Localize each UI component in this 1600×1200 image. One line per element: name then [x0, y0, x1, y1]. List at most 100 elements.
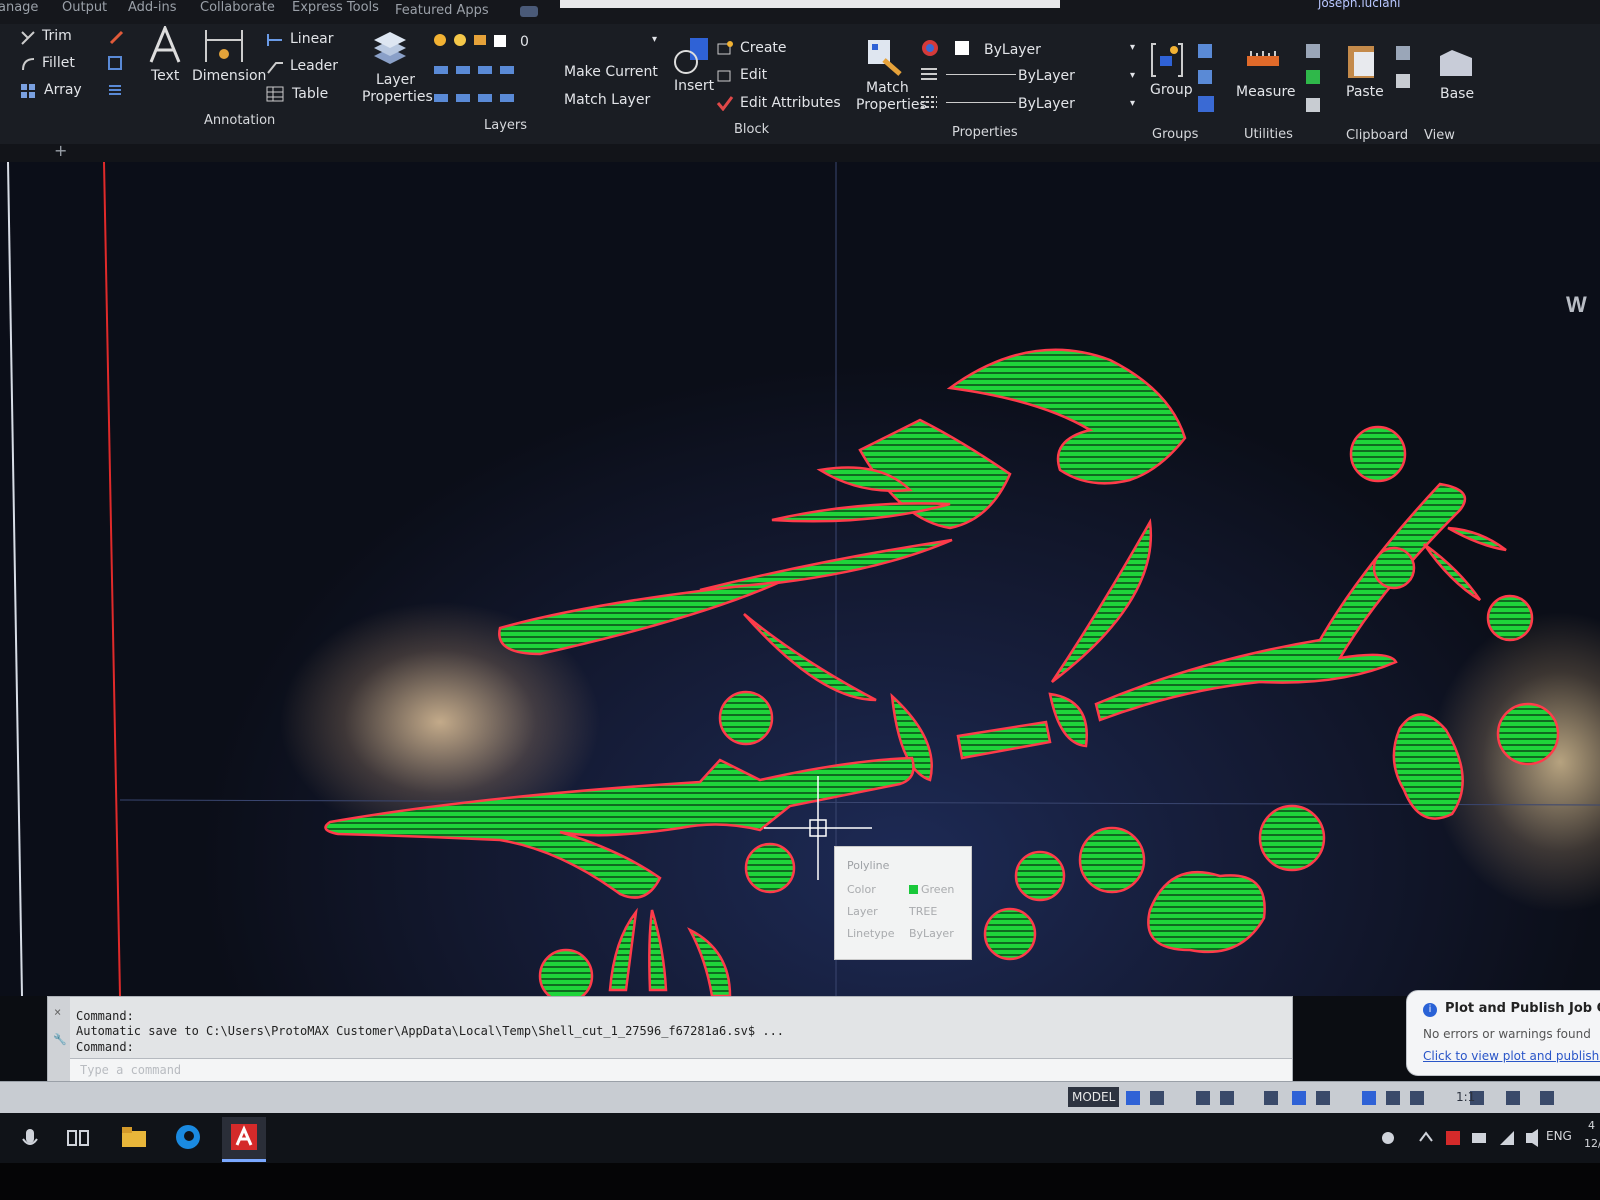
layer-state-icons[interactable] — [432, 32, 512, 52]
tab-featured-apps[interactable]: Featured Apps — [395, 3, 489, 18]
bird-leg[interactable] — [1048, 692, 1088, 748]
lineweight-dropdown[interactable]: ByLayer — [1018, 68, 1075, 84]
layers-panel-label[interactable]: Layers — [484, 118, 527, 133]
layer-dropdown-chevron-icon[interactable]: ▾ — [652, 32, 657, 48]
viewcube-west-label[interactable]: W — [1566, 292, 1587, 317]
group-tools-icons[interactable] — [1196, 42, 1216, 122]
feather-stroke[interactable] — [699, 538, 953, 592]
clipboard-panel-label[interactable]: Clipboard — [1346, 128, 1408, 143]
layer-tools-icons-row1[interactable] — [432, 62, 532, 80]
table-button[interactable]: Table — [292, 86, 328, 102]
berry[interactable] — [718, 690, 774, 746]
linear-button[interactable]: Linear — [290, 31, 334, 47]
file-explorer-icon[interactable] — [120, 1125, 148, 1149]
make-current-button[interactable]: Make Current — [564, 64, 658, 80]
user-name[interactable]: joseph.luciani — [1318, 0, 1401, 10]
utility-tools-icons[interactable] — [1304, 42, 1324, 120]
command-window-handle[interactable]: × 🔧 — [48, 997, 70, 1081]
tab-express-tools[interactable]: Express Tools — [292, 0, 379, 15]
color-dropdown-chevron-icon[interactable]: ▾ — [1130, 40, 1135, 56]
berry-cluster[interactable] — [1147, 870, 1266, 954]
tab-add-ins[interactable]: Add-ins — [128, 0, 176, 15]
lineweight-chevron-icon[interactable]: ▾ — [1130, 68, 1135, 84]
berry[interactable] — [744, 842, 796, 894]
measure-button[interactable]: Measure — [1236, 84, 1296, 100]
groups-panel-label[interactable]: Groups — [1152, 127, 1198, 142]
bird-chest-line[interactable] — [1050, 518, 1153, 683]
tab-manage[interactable]: anage — [0, 0, 38, 15]
berry-cluster[interactable] — [1392, 713, 1464, 820]
bird-wing[interactable] — [498, 580, 781, 656]
text-button[interactable]: Text — [151, 68, 179, 84]
edge-browser-icon[interactable] — [174, 1123, 202, 1151]
block-panel-label[interactable]: Block — [734, 122, 769, 137]
match-properties-label-1[interactable]: Match — [866, 80, 909, 96]
layer-properties-label-2[interactable]: Properties — [362, 89, 433, 105]
insert-button[interactable]: Insert — [674, 78, 714, 94]
berry[interactable] — [983, 907, 1037, 961]
task-view-icon[interactable] — [66, 1127, 90, 1149]
offset-icon[interactable] — [106, 81, 124, 99]
bird-foot[interactable] — [956, 720, 1052, 760]
color-dropdown[interactable]: ByLayer — [984, 42, 1041, 58]
berry[interactable] — [1496, 702, 1560, 766]
leaf[interactable] — [1447, 526, 1507, 552]
drawing-canvas[interactable]: W — [0, 162, 1600, 996]
leaf[interactable] — [687, 927, 732, 996]
group-button[interactable]: Group — [1150, 82, 1193, 98]
leaf[interactable] — [1422, 542, 1482, 602]
layer-properties-label-1[interactable]: Layer — [376, 72, 415, 88]
berry[interactable] — [1349, 425, 1407, 483]
bird-body-line[interactable] — [743, 613, 877, 702]
berry[interactable] — [1486, 594, 1534, 642]
ribbon-toggle-icon[interactable] — [520, 6, 538, 17]
model-space-button[interactable]: MODEL — [1068, 1087, 1120, 1107]
close-icon[interactable]: × — [54, 1005, 61, 1019]
layer-tools-icons-row2[interactable] — [432, 90, 532, 108]
tab-output[interactable]: Output — [62, 0, 107, 15]
berry[interactable] — [1372, 546, 1416, 590]
leader-button[interactable]: Leader — [290, 58, 338, 74]
match-properties-label-2[interactable]: Properties — [856, 97, 927, 113]
clock-time[interactable]: 4 — [1588, 1119, 1595, 1132]
fillet-button[interactable]: Fillet — [42, 55, 75, 71]
annotation-panel-label[interactable]: Annotation — [204, 113, 275, 128]
right-branch[interactable] — [1094, 482, 1466, 722]
edit-block-button[interactable]: Edit — [740, 67, 767, 83]
dimension-button[interactable]: Dimension — [192, 68, 266, 84]
view-panel-label[interactable]: View — [1424, 128, 1455, 143]
tab-collaborate[interactable]: Collaborate — [200, 0, 275, 15]
status-toggle-icons[interactable] — [1126, 1089, 1566, 1107]
edit-attributes-button[interactable]: Edit Attributes — [740, 95, 841, 111]
annotation-scale[interactable]: 1:1 — [1456, 1090, 1475, 1104]
leaf[interactable] — [608, 907, 638, 992]
wrench-icon[interactable]: 🔧 — [53, 1033, 67, 1046]
berry[interactable] — [538, 948, 594, 996]
clipboard-tools-icons[interactable] — [1394, 44, 1414, 94]
microphone-icon[interactable] — [20, 1127, 40, 1151]
cad-drawing[interactable]: W — [0, 162, 1600, 996]
copy-icon[interactable] — [106, 54, 124, 72]
title-search-bar[interactable] — [560, 0, 1060, 8]
input-language[interactable]: ENG — [1546, 1129, 1572, 1143]
trim-button[interactable]: Trim — [42, 28, 72, 44]
current-layer-name[interactable]: 0 — [520, 34, 529, 50]
notification-link[interactable]: Click to view plot and publish d — [1423, 1049, 1600, 1063]
berry[interactable] — [1258, 804, 1326, 872]
clock-date[interactable]: 12/ — [1584, 1137, 1600, 1150]
base-view-button[interactable]: Base — [1440, 86, 1474, 102]
berry[interactable] — [1078, 826, 1146, 894]
array-button[interactable]: Array — [44, 82, 82, 98]
color-wheel-icon[interactable] — [920, 38, 940, 58]
linetype-dropdown[interactable]: ByLayer — [1018, 96, 1075, 112]
command-input[interactable]: Type a command — [70, 1058, 1292, 1081]
berry[interactable] — [1014, 850, 1066, 902]
linetype-chevron-icon[interactable]: ▾ — [1130, 96, 1135, 112]
autocad-taskbar-button[interactable] — [222, 1117, 266, 1162]
properties-panel-label[interactable]: Properties — [952, 125, 1018, 140]
utilities-panel-label[interactable]: Utilities — [1244, 127, 1293, 142]
leaf[interactable] — [648, 909, 668, 992]
paste-button[interactable]: Paste — [1346, 84, 1384, 100]
create-block-button[interactable]: Create — [740, 40, 787, 56]
pencil-icon[interactable] — [108, 28, 126, 46]
